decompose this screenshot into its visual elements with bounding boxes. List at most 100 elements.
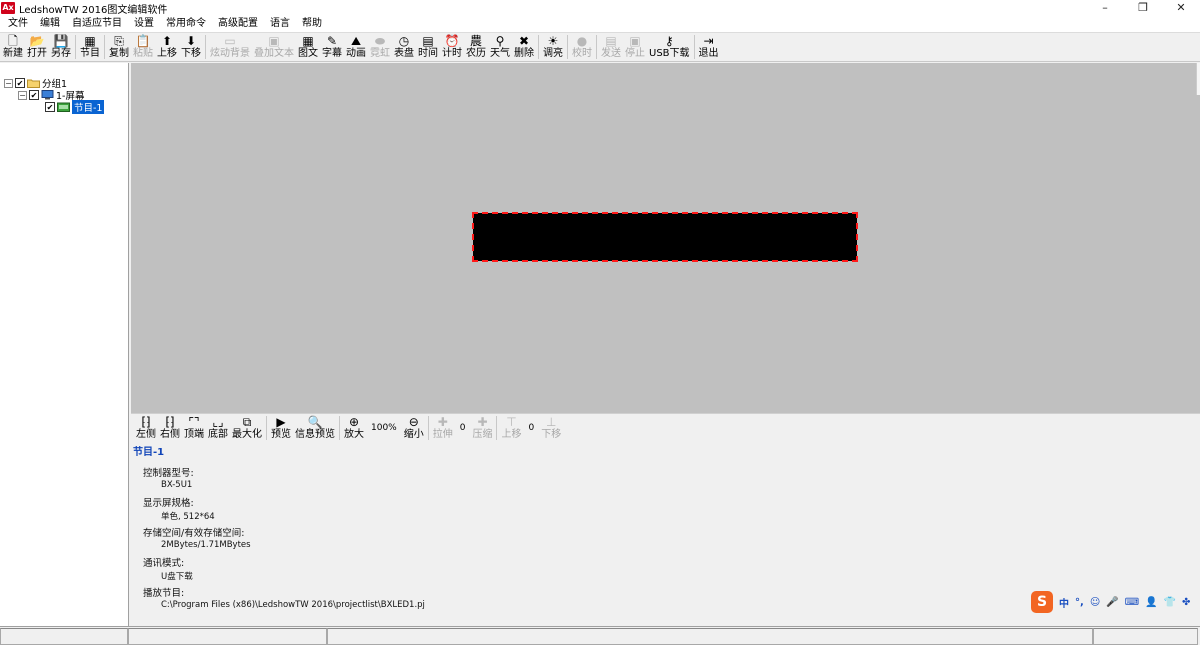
shift-down-button[interactable]: ⊥ 下移: [539, 414, 563, 442]
info-preview-button[interactable]: 🔍 信息预览: [293, 414, 337, 442]
overlay-text-button[interactable]: ▣ 叠加文本: [252, 33, 296, 61]
status-bar: [0, 626, 1200, 645]
align-bottom-label: 底部: [208, 429, 228, 440]
checkbox-checked-icon[interactable]: ✔: [45, 102, 55, 112]
new-file-button[interactable]: 🗋 新建: [1, 33, 25, 61]
time-sync-button[interactable]: ● 校时: [570, 33, 594, 61]
paste-button[interactable]: 📋 粘贴: [131, 33, 155, 61]
ime-emoji-icon[interactable]: ☺: [1090, 597, 1100, 608]
time-sync-icon: ●: [576, 34, 588, 48]
brightness-icon: ☀: [547, 34, 559, 48]
dynamic-background-label: 炫动背景: [210, 48, 250, 59]
collapse-icon[interactable]: −: [18, 90, 27, 100]
toolbar-separator: [496, 416, 498, 440]
align-top-button[interactable]: ⌜⌝ 顶端: [182, 414, 206, 442]
preview-button[interactable]: ▶ 预览: [269, 414, 293, 442]
usb-download-label: USB下载: [649, 48, 690, 59]
shift-down-label: 下移: [541, 429, 562, 440]
delete-icon: ✖: [518, 34, 530, 48]
time-button[interactable]: ▤ 时间: [416, 33, 440, 61]
restore-button[interactable]: ❐: [1124, 0, 1162, 16]
menu-file[interactable]: 文件: [2, 16, 34, 32]
align-right-label: 右侧: [160, 429, 180, 440]
weather-button[interactable]: ⚲ 天气: [488, 33, 512, 61]
menu-bar: 文件 编辑 自适应节目 设置 常用命令 高级配置 语言 帮助: [0, 16, 1200, 32]
controller-model-value: BX-5U1: [161, 480, 193, 490]
editor-canvas[interactable]: [131, 63, 1200, 413]
controller-model-label: 控制器型号:: [143, 468, 194, 479]
shift-up-label: 上移: [501, 429, 522, 440]
collapse-icon[interactable]: −: [4, 78, 13, 88]
ime-punctuation-icon[interactable]: °,: [1075, 597, 1084, 608]
delete-button[interactable]: ✖ 删除: [512, 33, 536, 61]
maximize-button[interactable]: ⧉ 最大化: [230, 414, 264, 442]
led-screen-area[interactable]: [472, 212, 858, 262]
send-button[interactable]: ▤ 发送: [599, 33, 623, 61]
move-up-button[interactable]: ⬆ 上移: [155, 33, 179, 61]
image-text-label: 图文: [298, 48, 318, 59]
ime-voice-icon[interactable]: 🎤: [1106, 597, 1118, 608]
ime-chinese-mode-icon[interactable]: 中: [1059, 595, 1069, 610]
align-right-button[interactable]: ⁅⁆ 右侧: [158, 414, 182, 442]
clock-dial-button[interactable]: ◷ 表盘: [392, 33, 416, 61]
compress-button[interactable]: ✚ 压缩: [470, 414, 494, 442]
menu-language[interactable]: 语言: [264, 16, 296, 32]
program-label: 节目: [80, 48, 100, 59]
subtitle-button[interactable]: ✎ 字幕: [320, 33, 344, 61]
align-bottom-button[interactable]: ⌞⌟ 底部: [206, 414, 230, 442]
playlist-path-value: C:\Program Files (x86)\LedshowTW 2016\pr…: [161, 600, 425, 610]
menu-settings[interactable]: 设置: [128, 16, 160, 32]
new-file-label: 新建: [3, 48, 23, 59]
stop-label: 停止: [625, 48, 645, 59]
screen-spec-value: 单色, 512*64: [161, 512, 215, 522]
zoom-out-button[interactable]: ⊖ 缩小: [402, 414, 426, 442]
copy-button[interactable]: ⎘ 复制: [107, 33, 131, 61]
menu-edit[interactable]: 编辑: [34, 16, 66, 32]
stop-button[interactable]: ▣ 停止: [623, 33, 647, 61]
program-button[interactable]: ▦ 节目: [78, 33, 102, 61]
checkbox-checked-icon[interactable]: ✔: [29, 90, 39, 100]
minimize-button[interactable]: –: [1086, 0, 1124, 16]
menu-advanced-config[interactable]: 高级配置: [212, 16, 264, 32]
checkbox-checked-icon[interactable]: ✔: [15, 78, 25, 88]
tree-node-program[interactable]: ✔ 节目-1: [45, 100, 105, 114]
status-cell: [1093, 628, 1198, 645]
ime-user-icon[interactable]: 👤: [1145, 597, 1157, 608]
shift-up-button[interactable]: ⊤ 上移: [499, 414, 523, 442]
open-folder-button[interactable]: 📂 打开: [25, 33, 49, 61]
align-left-label: 左侧: [136, 429, 156, 440]
close-button[interactable]: ✕: [1162, 0, 1200, 16]
usb-download-button[interactable]: ⚷ USB下载: [647, 33, 692, 61]
save-button[interactable]: 💾 另存: [49, 33, 73, 61]
brightness-button[interactable]: ☀ 调亮: [541, 33, 565, 61]
ime-keyboard-icon[interactable]: ⌨: [1125, 597, 1139, 608]
align-left-button[interactable]: ⁅⁆ 左侧: [134, 414, 158, 442]
toolbar-separator: [205, 35, 206, 59]
neon-button[interactable]: ⬬ 霓虹: [368, 33, 392, 61]
usb-download-icon: ⚷: [664, 34, 674, 48]
move-down-button[interactable]: ⬇ 下移: [179, 33, 203, 61]
menu-adaptive-program[interactable]: 自适应节目: [66, 16, 128, 32]
side-panel-tab[interactable]: [1196, 63, 1200, 95]
exit-button[interactable]: ⇥ 退出: [697, 33, 721, 61]
animation-button[interactable]: ⛰ 动画: [344, 33, 368, 61]
ime-skin-icon[interactable]: 👕: [1164, 597, 1176, 608]
ime-tools-icon[interactable]: ✤: [1182, 597, 1190, 608]
program-icon: [57, 102, 70, 112]
sogou-ime-icon[interactable]: S: [1031, 591, 1053, 613]
dynamic-background-button[interactable]: ▭ 炫动背景: [208, 33, 252, 61]
toolbar-value: 0: [528, 423, 535, 433]
status-cell: [327, 628, 1093, 645]
stretch-label: 拉伸: [432, 429, 453, 440]
timer-button[interactable]: ⏰ 计时: [440, 33, 464, 61]
menu-common-commands[interactable]: 常用命令: [160, 16, 212, 32]
image-text-button[interactable]: ▦ 图文: [296, 33, 320, 61]
neon-label: 霓虹: [370, 48, 390, 59]
zoom-in-button[interactable]: ⊕ 放大: [342, 414, 366, 442]
toolbar-separator: [567, 35, 568, 59]
menu-help[interactable]: 帮助: [296, 16, 328, 32]
lunar-calendar-button[interactable]: 農农历: [464, 33, 488, 61]
toolbar-value: 0: [459, 423, 466, 433]
stretch-button[interactable]: ✚ 拉伸: [431, 414, 455, 442]
dynamic-background-icon: ▭: [224, 34, 236, 48]
